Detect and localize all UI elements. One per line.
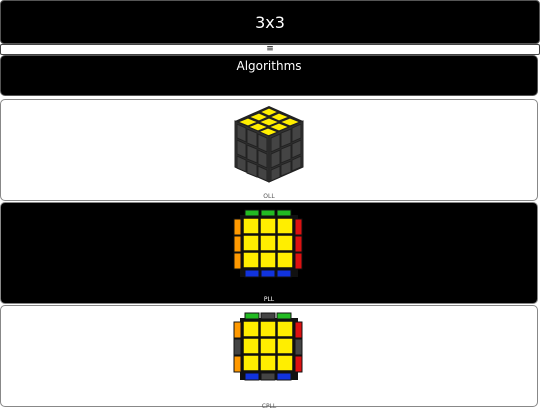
card-label-cpll: CPLL bbox=[261, 403, 277, 410]
app-header: 3x3 bbox=[0, 0, 540, 44]
cube-top-view-cpll-icon bbox=[233, 312, 303, 381]
card-label-pll: PLL bbox=[263, 296, 275, 303]
card-label-oll: OLL bbox=[263, 193, 275, 200]
menu-button[interactable]: ≡ bbox=[0, 44, 540, 55]
cube-top-view-pll-icon bbox=[233, 209, 303, 278]
menu-icon: ≡ bbox=[266, 44, 274, 54]
app-title: 3x3 bbox=[255, 12, 285, 32]
card-pll[interactable]: PLL bbox=[0, 202, 538, 304]
card-cpll[interactable]: CPLL bbox=[0, 305, 538, 410]
section-title: Algorithms bbox=[236, 59, 302, 73]
cube-3d-yellow-top-icon bbox=[234, 106, 304, 183]
section-header: Algorithms bbox=[0, 55, 538, 96]
card-oll[interactable]: OLL bbox=[0, 99, 538, 201]
